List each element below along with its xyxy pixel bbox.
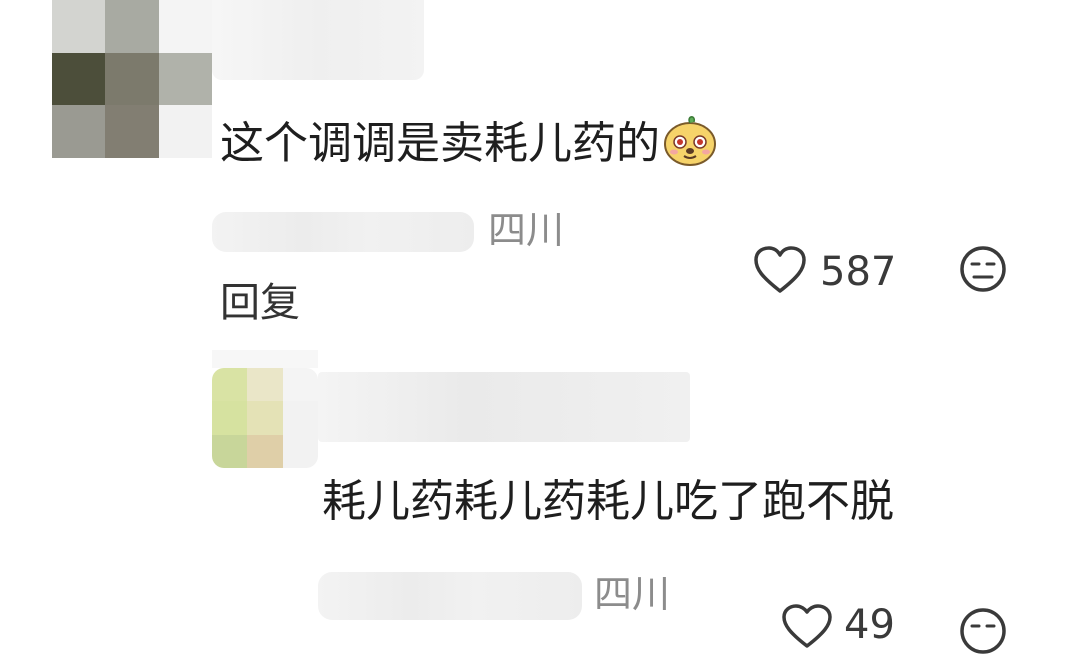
reply-author-redacted[interactable] <box>212 212 474 252</box>
comment-body: 这个调调是卖耗儿药的 <box>220 118 660 169</box>
like-count: 587 <box>820 249 897 295</box>
comment-text: 这个调调是卖耗儿药的 <box>220 112 718 180</box>
avatar-top-fade <box>212 350 318 368</box>
like-count: 49 <box>844 602 895 648</box>
avatar[interactable] <box>212 368 318 468</box>
meh-face-icon[interactable] <box>958 244 1008 298</box>
like-button[interactable]: 49 <box>780 602 895 654</box>
reply-author-redacted[interactable] <box>318 572 582 620</box>
like-button[interactable]: 587 <box>752 244 896 300</box>
reply-text: 耗儿药耗儿药耗儿吃了跑不脱 <box>322 476 894 527</box>
heart-outline-icon <box>752 244 808 300</box>
location-label: 四川 <box>594 572 671 616</box>
username-redacted[interactable] <box>318 372 690 442</box>
heart-outline-icon <box>780 602 834 654</box>
reply-button[interactable]: 回复 <box>220 280 300 326</box>
username-redacted[interactable] <box>212 0 424 80</box>
location-label: 四川 <box>488 208 565 252</box>
cute-dog-sticker-icon <box>662 112 718 180</box>
avatar[interactable] <box>52 0 212 158</box>
meh-face-icon[interactable] <box>958 606 1008 660</box>
